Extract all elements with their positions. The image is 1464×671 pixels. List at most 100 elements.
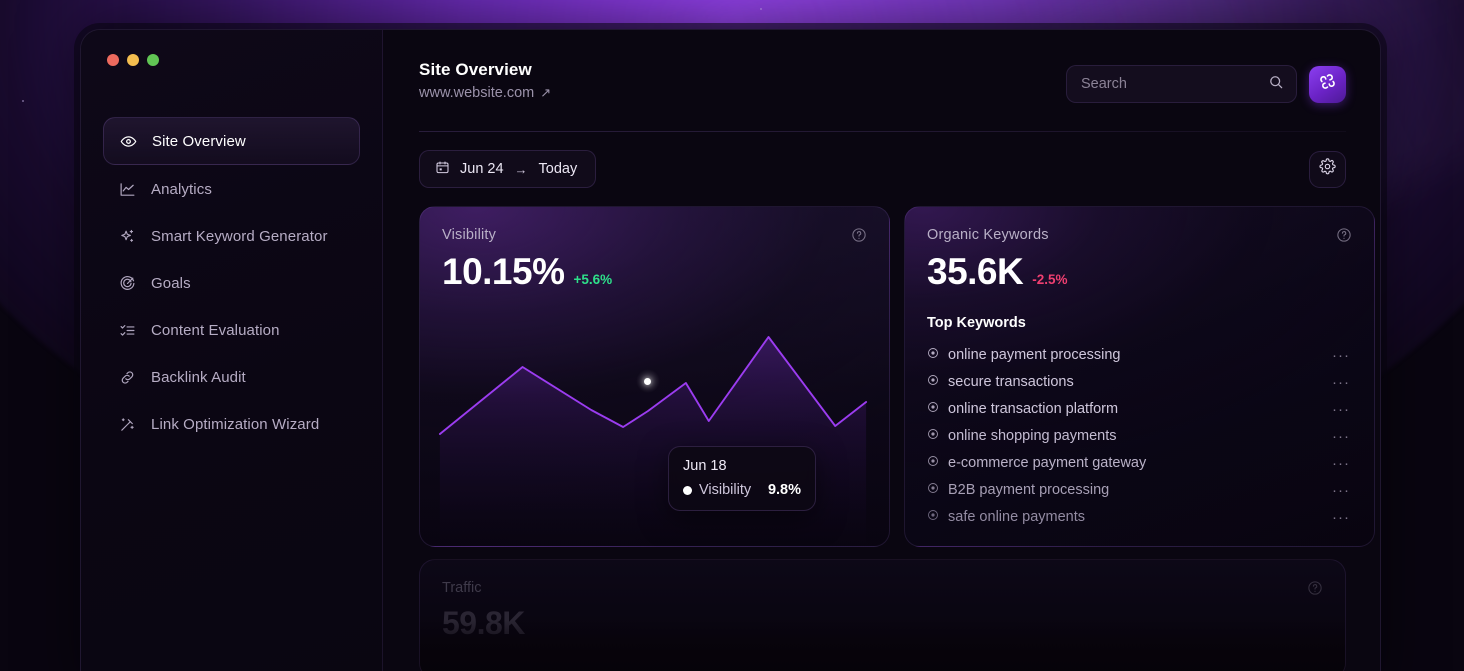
sidebar-item-backlink-audit[interactable]: Backlink Audit <box>103 354 360 400</box>
keyword-text: secure transactions <box>948 374 1074 391</box>
background-speck <box>760 8 762 10</box>
organic-keywords-card: Organic Keywords 35.6K -2.5% Top Keyword… <box>904 206 1375 547</box>
help-circle-icon[interactable] <box>1307 580 1323 601</box>
target-dot-icon <box>927 373 939 391</box>
visibility-delta: +5.6% <box>573 272 613 287</box>
organic-keywords-card-header: Organic Keywords <box>905 207 1374 248</box>
visibility-card-label: Visibility <box>442 227 497 243</box>
chart-active-point[interactable] <box>644 377 651 385</box>
keyword-menu-icon[interactable]: ··· <box>1332 429 1354 444</box>
traffic-value: 59.8K <box>442 605 525 641</box>
line-chart-icon <box>119 181 136 198</box>
help-circle-icon[interactable] <box>851 227 867 248</box>
sidebar: Site Overview Analytics Smart Keyword Ge… <box>81 30 383 671</box>
visibility-chart-svg <box>438 336 868 546</box>
keyword-row[interactable]: e-commerce payment gateway ··· <box>927 450 1354 477</box>
app-window: Site Overview Analytics Smart Keyword Ge… <box>80 29 1381 671</box>
site-url-link[interactable]: www.website.com ↗ <box>419 85 551 101</box>
target-dot-icon <box>927 427 939 445</box>
page-backdrop: Site Overview Analytics Smart Keyword Ge… <box>0 0 1464 671</box>
visibility-metric: 10.15% +5.6% <box>420 248 889 293</box>
eye-icon <box>120 133 137 150</box>
keyword-text: online transaction platform <box>948 401 1119 418</box>
app-logo-button[interactable] <box>1309 65 1346 103</box>
keyword-menu-icon[interactable]: ··· <box>1332 510 1354 525</box>
sidebar-item-link-optimization-wizard[interactable]: Link Optimization Wizard <box>103 401 360 447</box>
keyword-menu-icon[interactable]: ··· <box>1332 456 1354 471</box>
date-range-start: Jun 24 <box>460 161 504 177</box>
target-dot-icon <box>927 508 939 526</box>
keyword-row[interactable]: online transaction platform ··· <box>927 396 1354 423</box>
target-dot-icon <box>927 400 939 418</box>
organic-keywords-value: 35.6K <box>927 251 1024 292</box>
top-keywords-list: online payment processing ··· secure tra… <box>905 331 1374 531</box>
window-maximize-button[interactable] <box>147 54 159 66</box>
date-range-end: Today <box>538 161 578 177</box>
visibility-chart[interactable]: Jun 18 Visibility 9.8% <box>420 321 889 546</box>
cards-row: Visibility 10.15% +5.6% Jun 18 Visibilit… <box>383 188 1380 547</box>
keyword-text: safe online payments <box>948 509 1086 526</box>
target-icon <box>119 275 136 292</box>
organic-keywords-card-label: Organic Keywords <box>927 227 1049 243</box>
sparkles-icon <box>119 228 136 245</box>
window-minimize-button[interactable] <box>127 54 139 66</box>
visibility-card-header: Visibility <box>420 207 889 248</box>
main-content: Site Overview www.website.com ↗ Search J… <box>383 30 1380 671</box>
chart-tooltip: Jun 18 Visibility 9.8% <box>668 446 816 511</box>
settings-button[interactable] <box>1309 150 1346 188</box>
sidebar-item-label: Site Overview <box>152 132 246 150</box>
target-dot-icon <box>927 346 939 364</box>
keyword-left: safe online payments <box>927 508 1085 526</box>
top-bar-actions <box>1066 60 1346 103</box>
tooltip-series: Visibility <box>683 482 751 498</box>
sidebar-item-content-evaluation[interactable]: Content Evaluation <box>103 307 360 353</box>
window-controls <box>81 30 382 66</box>
gear-icon <box>1319 158 1336 180</box>
link-icon <box>119 369 136 386</box>
organic-keywords-delta: -2.5% <box>1032 272 1068 287</box>
visibility-value: 10.15% <box>442 251 565 292</box>
date-range-picker[interactable]: Jun 24 → Today <box>419 150 597 188</box>
sidebar-item-site-overview[interactable]: Site Overview <box>103 117 360 165</box>
sidebar-item-smart-keyword-generator[interactable]: Smart Keyword Generator <box>103 213 360 259</box>
keyword-menu-icon[interactable]: ··· <box>1332 375 1354 390</box>
date-range-arrow-icon: → <box>514 161 528 177</box>
keyword-row[interactable]: B2B payment processing ··· <box>927 477 1354 504</box>
help-circle-icon[interactable] <box>1336 227 1352 248</box>
keyword-menu-icon[interactable]: ··· <box>1332 483 1354 498</box>
page-title: Site Overview <box>419 60 532 79</box>
tooltip-date: Jun 18 <box>683 458 727 474</box>
search-input[interactable] <box>1081 76 1268 92</box>
keyword-row[interactable]: safe online payments ··· <box>927 504 1354 531</box>
keyword-menu-icon[interactable]: ··· <box>1332 402 1354 417</box>
keyword-row[interactable]: online shopping payments ··· <box>927 423 1354 450</box>
sidebar-item-analytics[interactable]: Analytics <box>103 166 360 212</box>
keyword-left: online shopping payments <box>927 427 1116 445</box>
app-logo-icon <box>1317 71 1338 97</box>
keyword-left: secure transactions <box>927 373 1074 391</box>
background-speck <box>22 100 24 102</box>
tooltip-series-name: Visibility <box>699 482 752 498</box>
sidebar-item-label: Link Optimization Wizard <box>151 415 320 433</box>
sidebar-item-label: Goals <box>151 274 191 292</box>
search-box[interactable] <box>1066 65 1297 103</box>
sidebar-item-label: Backlink Audit <box>151 368 246 386</box>
search-icon[interactable] <box>1268 74 1284 95</box>
keyword-text: online shopping payments <box>948 428 1117 445</box>
sidebar-item-goals[interactable]: Goals <box>103 260 360 306</box>
top-keywords-title: Top Keywords <box>927 314 1026 331</box>
organic-keywords-metric: 35.6K -2.5% <box>905 248 1374 293</box>
tooltip-series-value: 9.8% <box>767 482 801 498</box>
sidebar-item-label: Content Evaluation <box>151 321 280 339</box>
sidebar-nav: Site Overview Analytics Smart Keyword Ge… <box>81 117 382 447</box>
keyword-row[interactable]: secure transactions ··· <box>927 369 1354 396</box>
keyword-text: e-commerce payment gateway <box>948 455 1147 472</box>
sidebar-item-label: Smart Keyword Generator <box>151 227 328 245</box>
keyword-left: e-commerce payment gateway <box>927 454 1146 472</box>
keyword-left: online payment processing <box>927 346 1121 364</box>
window-close-button[interactable] <box>107 54 119 66</box>
sidebar-item-label: Analytics <box>151 180 212 198</box>
keyword-row[interactable]: online payment processing ··· <box>927 342 1354 369</box>
keyword-menu-icon[interactable]: ··· <box>1332 348 1354 363</box>
traffic-card-label: Traffic <box>442 580 482 596</box>
